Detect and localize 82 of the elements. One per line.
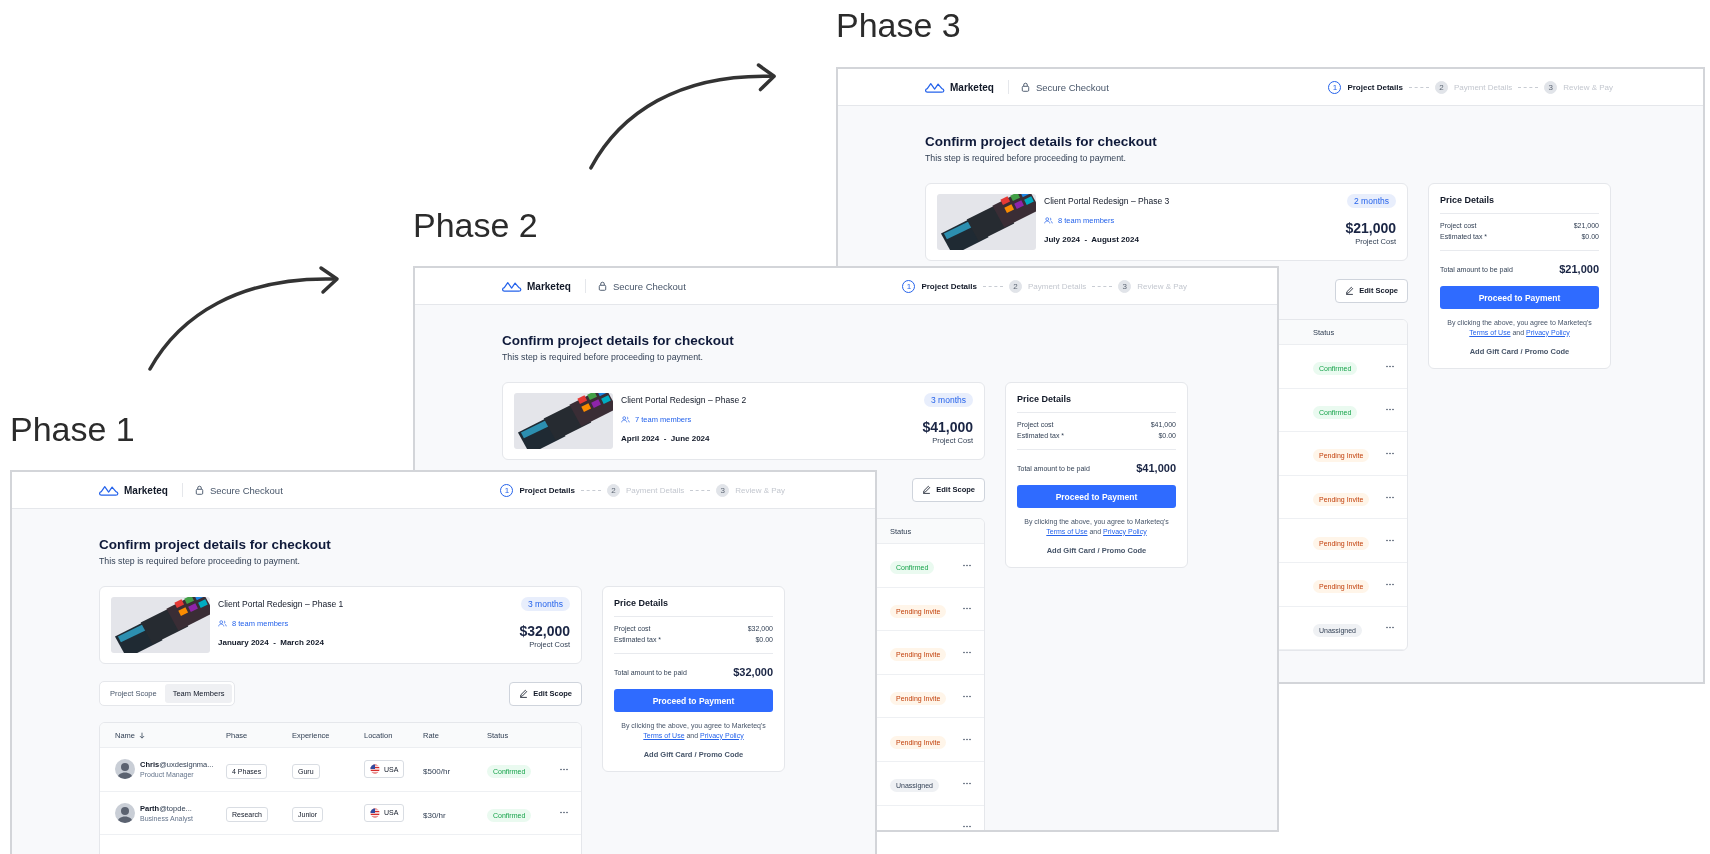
duration-badge: 3 months	[924, 393, 973, 407]
page-title: Confirm project details for checkout	[925, 133, 1158, 150]
step-number: 1	[902, 279, 916, 293]
lock-icon	[597, 281, 607, 291]
proceed-button[interactable]: Proceed to Payment	[614, 689, 773, 712]
lock-icon	[194, 485, 204, 495]
phase-label: Phase 2	[413, 205, 538, 245]
step-number: 2	[606, 483, 620, 497]
date-range: July 2024 - August 2024	[1044, 235, 1140, 244]
more-icon[interactable]	[963, 825, 971, 829]
proceed-button[interactable]: Proceed to Payment	[1017, 485, 1176, 508]
step-number: 2	[1434, 80, 1448, 94]
checkout-label: Secure Checkout	[1035, 81, 1109, 93]
avatar	[115, 802, 135, 823]
total-value: $41,000	[1136, 462, 1176, 474]
pen-icon	[1345, 286, 1355, 295]
checkout-label: Secure Checkout	[209, 484, 283, 496]
duration-badge: 3 months	[521, 597, 570, 611]
checkout-label: Secure Checkout	[612, 280, 686, 292]
people-icon	[621, 416, 630, 423]
date-range: January 2024 - March 2024	[218, 638, 325, 647]
more-icon[interactable]	[1386, 408, 1394, 412]
people-icon	[218, 620, 227, 627]
logo-icon	[925, 81, 945, 93]
proceed-button[interactable]: Proceed to Payment	[1440, 286, 1599, 309]
card-title: Price Details	[614, 598, 670, 608]
step-label: Project Details	[1347, 82, 1403, 92]
total-value: $32,000	[733, 666, 773, 678]
rate-text: $30/hr	[423, 810, 446, 820]
logo-icon	[99, 484, 119, 496]
pen-icon	[922, 485, 932, 494]
more-icon[interactable]	[963, 694, 971, 698]
date-range: April 2024 - June 2024	[621, 434, 711, 443]
more-icon[interactable]	[1386, 452, 1394, 455]
step-label: Project Details	[519, 485, 575, 495]
more-icon[interactable]	[560, 811, 568, 815]
page-subtitle: This step is required before proceeding to payment.	[925, 152, 1127, 164]
page-subtitle: This step is required before proceeding to payment.	[502, 351, 704, 363]
duration-badge: 2 months	[1347, 194, 1396, 208]
more-icon[interactable]	[560, 767, 568, 771]
more-icon[interactable]	[963, 738, 971, 742]
project-price: $41,000	[922, 419, 973, 435]
project-price: $32,000	[519, 623, 570, 639]
flag-icon	[370, 807, 380, 818]
pen-icon	[519, 689, 529, 698]
step-label: Project Details	[921, 281, 977, 291]
step-number: 3	[1544, 80, 1558, 94]
card-title: Price Details	[1017, 394, 1073, 404]
more-icon[interactable]	[1386, 495, 1394, 499]
more-icon[interactable]	[1386, 582, 1394, 586]
more-icon[interactable]	[963, 651, 971, 654]
more-icon[interactable]	[1386, 364, 1394, 368]
more-icon[interactable]	[963, 563, 971, 567]
project-price: $21,000	[1345, 220, 1396, 236]
step-number: 1	[500, 483, 514, 497]
project-name: Client Portal Redesign – Phase 3	[1044, 196, 1170, 206]
phase-label: Phase 3	[836, 5, 961, 45]
more-icon[interactable]	[1386, 626, 1394, 630]
brand-name: Marketeq	[527, 280, 571, 292]
step-number: 3	[716, 483, 730, 497]
step-number: 2	[1008, 279, 1022, 293]
card-title: Price Details	[1440, 195, 1496, 205]
step-number: 3	[1118, 279, 1132, 293]
step-number: 1	[1328, 80, 1342, 94]
more-icon[interactable]	[963, 607, 971, 611]
project-name: Client Portal Redesign – Phase 2	[621, 395, 747, 405]
total-value: $21,000	[1559, 263, 1599, 275]
logo-icon	[502, 280, 522, 292]
page-subtitle: This step is required before proceeding to payment.	[99, 555, 301, 567]
more-icon[interactable]	[1386, 539, 1394, 543]
page-title: Confirm project details for checkout	[99, 536, 332, 553]
lock-icon	[1020, 82, 1030, 92]
phase-label: Phase 1	[10, 409, 135, 449]
avatar	[115, 759, 135, 780]
rate-text: $500/hr	[423, 767, 451, 777]
brand-name: Marketeq	[950, 81, 994, 93]
more-icon[interactable]	[963, 781, 971, 785]
people-icon	[1044, 217, 1053, 224]
sort-arrow-icon	[139, 731, 145, 739]
page-title: Confirm project details for checkout	[502, 332, 735, 349]
project-name: Client Portal Redesign – Phase 1	[218, 599, 344, 609]
brand-name: Marketeq	[124, 484, 168, 496]
